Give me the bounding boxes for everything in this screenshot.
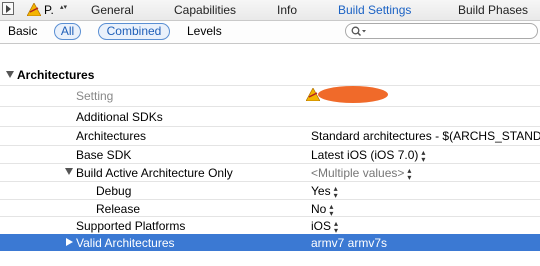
row-label-release[interactable]: Release <box>96 202 140 216</box>
target-icon <box>27 3 41 16</box>
divider <box>0 199 540 200</box>
panel-toggle-icon[interactable] <box>2 2 14 15</box>
row-label-build-active-arch[interactable]: Build Active Architecture Only <box>76 166 233 180</box>
filter-all[interactable]: All <box>54 23 81 40</box>
setting-column-header: Setting <box>76 89 114 103</box>
row-disclosure-icon[interactable] <box>65 168 73 175</box>
stepper-icon[interactable]: ▴ ▾ <box>329 202 333 217</box>
tab-build-settings[interactable]: Build Settings <box>338 3 411 17</box>
target-name[interactable]: P. <box>44 3 54 17</box>
divider <box>0 181 540 182</box>
stepper-icon[interactable]: ▴ ▾ <box>334 219 338 234</box>
selected-row-valid-architectures[interactable]: Valid Architectures armv7 armv7s <box>0 234 540 251</box>
row-label-additional-sdks[interactable]: Additional SDKs <box>76 110 163 124</box>
stepper-icon[interactable]: ▴ ▾ <box>407 166 411 181</box>
row-label-base-sdk[interactable]: Base SDK <box>76 148 131 162</box>
divider <box>0 126 540 127</box>
row-disclosure-icon[interactable] <box>66 238 73 246</box>
tab-capabilities[interactable]: Capabilities <box>174 3 236 17</box>
row-value-supported-platforms[interactable]: iOS ▴ ▾ <box>311 219 338 234</box>
filter-bar: Basic All Combined Levels <box>0 21 540 44</box>
search-icon <box>351 26 366 37</box>
divider <box>0 145 540 146</box>
section-disclosure-icon[interactable] <box>6 71 14 78</box>
filter-levels[interactable]: Levels <box>187 24 222 38</box>
divider <box>0 106 540 107</box>
row-value-architectures[interactable]: Standard architectures - $(ARCHS_STAND <box>311 129 540 143</box>
row-value-base-sdk[interactable]: Latest iOS (iOS 7.0) ▴ ▾ <box>311 148 425 163</box>
row-label-debug[interactable]: Debug <box>96 184 131 198</box>
divider <box>0 85 540 86</box>
target-stepper-icon[interactable]: ▴▾ <box>60 4 67 11</box>
tab-info[interactable]: Info <box>277 3 297 17</box>
redaction-blob <box>318 86 388 103</box>
stepper-icon[interactable]: ▴ ▾ <box>421 148 425 163</box>
search-input[interactable] <box>370 25 530 36</box>
tab-bar: P. ▴▾ General Capabilities Info Build Se… <box>0 0 540 21</box>
row-label-valid-architectures[interactable]: Valid Architectures <box>76 236 175 250</box>
row-label-architectures[interactable]: Architectures <box>76 129 146 143</box>
tab-general[interactable]: General <box>91 3 134 17</box>
row-label-supported-platforms[interactable]: Supported Platforms <box>76 219 185 233</box>
filter-basic[interactable]: Basic <box>8 24 37 38</box>
section-title: Architectures <box>17 68 95 82</box>
divider <box>0 216 540 217</box>
row-value-valid-architectures[interactable]: armv7 armv7s <box>311 236 387 250</box>
divider <box>0 163 540 164</box>
search-field[interactable] <box>345 23 538 39</box>
filter-combined[interactable]: Combined <box>98 23 170 40</box>
row-value-debug[interactable]: Yes ▴ ▾ <box>311 184 338 199</box>
stepper-icon[interactable]: ▴ ▾ <box>334 184 338 199</box>
row-value-release[interactable]: No ▴ ▾ <box>311 202 333 217</box>
tab-build-phases[interactable]: Build Phases <box>458 3 528 17</box>
row-value-build-active-arch[interactable]: <Multiple values> ▴ ▾ <box>311 166 411 181</box>
